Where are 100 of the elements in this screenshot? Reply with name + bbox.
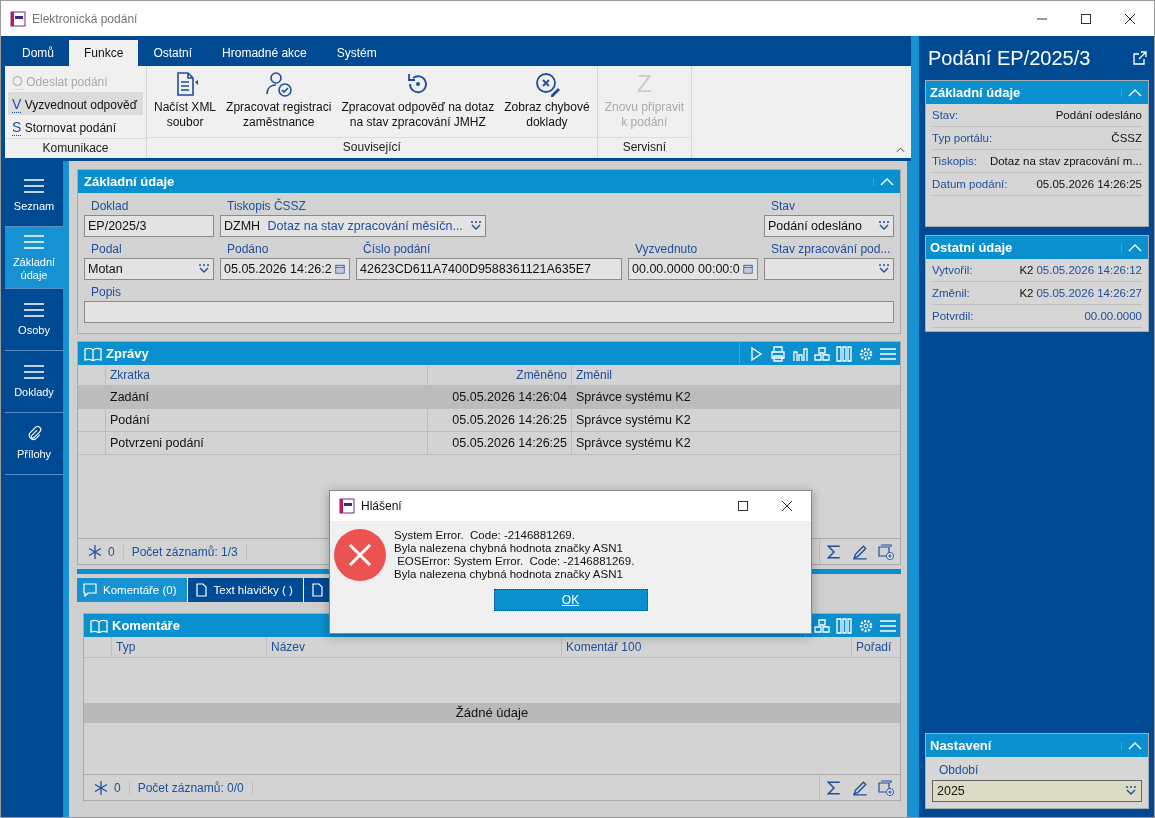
ribbon-tab[interactable]: Hromadné akce	[207, 40, 322, 66]
filter-count: 0	[114, 780, 130, 795]
dropdown-icon	[1125, 786, 1137, 796]
collapse-icon[interactable]	[1121, 88, 1142, 97]
input-field[interactable]: EP/2025/3	[84, 215, 214, 237]
ribbon-tab[interactable]: Domů	[7, 40, 69, 66]
pencil-icon[interactable]	[852, 543, 868, 560]
table-cell: Potvrzeni podání	[106, 432, 428, 454]
field-label: Podáno	[226, 241, 270, 258]
ribbon-button[interactable]: S Stornovat podání	[8, 115, 144, 138]
column-header[interactable]: Zkratka	[106, 365, 428, 385]
group-label: Servisní	[597, 137, 691, 158]
info-value: 05.05.2026 14:26:25	[1036, 178, 1142, 190]
collapse-icon[interactable]	[896, 147, 905, 153]
list-icon	[23, 178, 45, 194]
dropdown-icon[interactable]	[470, 221, 482, 231]
dropdown-icon[interactable]	[198, 264, 210, 274]
pop-out-icon[interactable]	[1133, 51, 1147, 65]
ribbon-tab[interactable]: Systém	[321, 40, 392, 66]
maximize-icon[interactable]	[1080, 12, 1092, 25]
field-label: Vyzvednuto	[634, 241, 699, 258]
window-title: Elektronická podání	[32, 11, 138, 26]
field-label: Období	[939, 763, 980, 777]
user-check-icon	[264, 70, 293, 98]
close-icon[interactable]	[1124, 12, 1136, 25]
input-field[interactable]: Podání odesláno	[764, 215, 894, 237]
ribbon-button[interactable]: Načíst XML soubor	[149, 70, 222, 137]
field-label: Stav zpracování pod...	[770, 241, 892, 258]
bar-chart-icon[interactable]	[792, 345, 808, 362]
panel-title: Komentáře	[112, 618, 180, 633]
column-header[interactable]: Komentář 100	[562, 637, 852, 657]
sum-icon[interactable]	[826, 779, 842, 796]
snowflake-icon[interactable]	[88, 544, 102, 559]
column-header[interactable]: Změnil	[572, 365, 900, 385]
dropdown-icon[interactable]	[878, 264, 890, 274]
input-field[interactable]: 42623CD611A7400D9588361121A635E7	[356, 258, 622, 280]
ribbon-button[interactable]: Zobraz chybové doklady	[499, 70, 595, 137]
dropdown-icon[interactable]	[878, 221, 890, 231]
comment-icon	[83, 583, 97, 597]
list-icon	[23, 302, 45, 318]
input-field[interactable]: 00.00.0000 00:00:0	[628, 258, 758, 280]
table-cell: 05.05.2026 14:26:25	[428, 432, 572, 454]
ok-button[interactable]: OK	[493, 589, 648, 611]
input-field[interactable]: 05.05.2026 14:26:2	[220, 258, 350, 280]
column-header[interactable]: Název	[267, 637, 562, 657]
error-icon	[334, 529, 386, 581]
pencil-icon[interactable]	[852, 779, 868, 796]
settings-icon[interactable]	[858, 617, 874, 634]
snowflake-icon[interactable]	[94, 780, 108, 795]
add-record-icon[interactable]	[878, 543, 894, 560]
menu-icon[interactable]	[880, 345, 896, 362]
add-record-icon[interactable]	[878, 779, 894, 796]
field-label: Podal	[90, 241, 123, 258]
table-cell-text: Správce systému K2	[575, 412, 692, 429]
group-label: Související	[147, 137, 597, 158]
column-header[interactable]: Typ	[112, 637, 267, 657]
table-row[interactable]: Podání 05.05.2026 14:26:25 Správce systému K2	[78, 409, 900, 432]
record-count: Počet záznamů: 0/0	[129, 780, 253, 795]
ribbon-button[interactable]: Zpracovat odpověď na dotaz na stav zpracování JMHZ	[336, 70, 500, 137]
input-field[interactable]	[764, 258, 894, 280]
columns-icon[interactable]	[836, 617, 852, 634]
columns-icon[interactable]	[836, 345, 852, 362]
record-title: Podání EP/2025/3	[928, 46, 1091, 70]
period-dropdown[interactable]: 2025	[932, 780, 1142, 802]
calendar-icon[interactable]	[334, 264, 346, 274]
info-value: Podání odesláno	[1055, 109, 1142, 121]
bottom-tab[interactable]: Text hlavičky ( )	[187, 578, 304, 602]
ribbon-button[interactable]: Zpracovat registraci zaměstnance	[221, 70, 337, 137]
column-header[interactable]: Pořadí	[852, 637, 900, 657]
close-icon[interactable]	[781, 500, 793, 512]
ribbon-button[interactable]: V Vyzvednout odpověď	[8, 92, 144, 115]
app-logo-icon	[10, 10, 26, 27]
column-header[interactable]: Změněno	[428, 365, 572, 385]
input-field[interactable]	[84, 301, 894, 323]
input-field[interactable]: Motan	[84, 258, 214, 280]
calendar-icon[interactable]	[742, 264, 754, 274]
print-icon[interactable]	[770, 345, 786, 362]
empty-message: Žádné údaje	[84, 703, 900, 723]
panel-title: Základní údaje	[84, 174, 175, 189]
settings-icon[interactable]	[858, 345, 874, 362]
field-label: Stav	[770, 198, 796, 215]
collapse-icon[interactable]	[1121, 243, 1142, 252]
field-label: Tiskopis ČSSZ	[226, 197, 307, 215]
table-row[interactable]: Potvrzeni podání 05.05.2026 14:26:25 Správce systému K2	[78, 432, 900, 455]
ribbon-tab[interactable]: Funkce	[69, 40, 139, 66]
play-icon[interactable]	[748, 345, 764, 362]
input-field[interactable]: DZMH Dotaz na stav zpracování měsíčn...	[220, 215, 486, 237]
dialog-title: Hlášení	[361, 499, 402, 513]
collapse-icon[interactable]	[873, 177, 894, 186]
maximize-icon[interactable]	[737, 500, 749, 512]
cubes-icon[interactable]	[814, 617, 830, 634]
sum-icon[interactable]	[826, 543, 842, 560]
cubes-icon[interactable]	[814, 345, 830, 362]
ribbon-tab[interactable]: Ostatní	[138, 40, 208, 66]
collapse-icon[interactable]	[1121, 741, 1142, 750]
menu-icon[interactable]	[880, 617, 896, 634]
panel-title: Nastavení	[930, 738, 992, 753]
table-cell-text: Správce systému K2	[575, 435, 692, 452]
table-cell: Podání	[106, 409, 428, 431]
table-row[interactable]: Zadání 05.05.2026 14:26:04 Správce systému K2	[78, 386, 900, 409]
